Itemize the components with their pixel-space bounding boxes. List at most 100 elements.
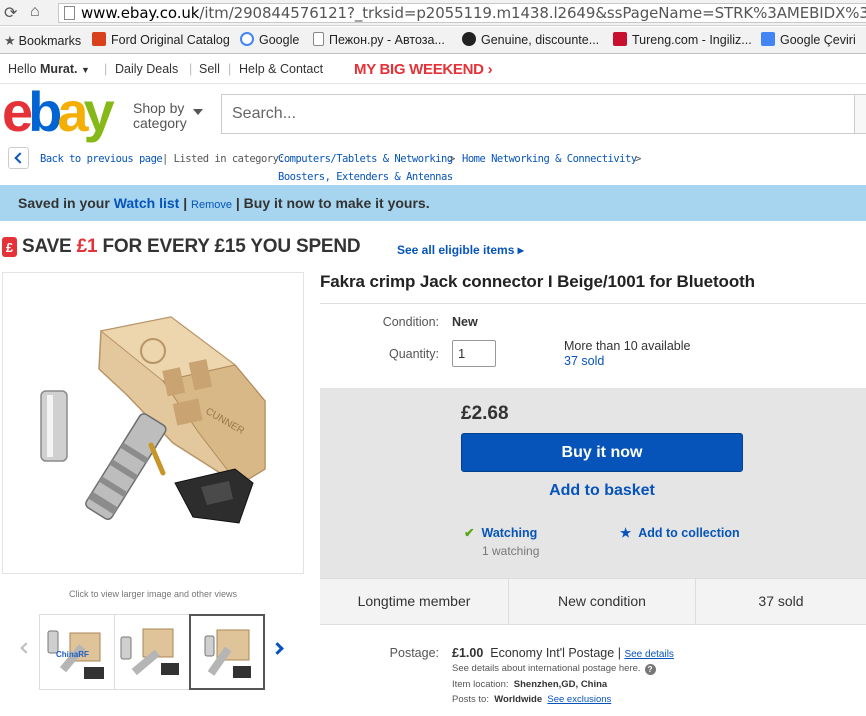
banner-text: | Buy it now to make it yours.	[235, 195, 430, 211]
bookmark-genuine[interactable]: Genuine, discounte...	[462, 32, 599, 49]
main-product-image[interactable]: CUNNER	[2, 272, 304, 574]
bookmark-label: Bookmarks	[18, 34, 82, 48]
google-favicon-icon	[240, 32, 254, 46]
pound-tag-icon: £	[2, 237, 17, 257]
ford-favicon-icon	[92, 32, 106, 46]
postage-type: Economy Int'l Postage	[490, 646, 615, 660]
bookmark-bookmarks[interactable]: ★ Bookmarks	[4, 32, 81, 49]
thumbnail-1[interactable]: ChinaRF	[39, 614, 115, 690]
buy-it-now-button[interactable]: Buy it now	[461, 433, 743, 472]
tureng-favicon-icon	[613, 32, 627, 46]
condition-value: New	[452, 315, 478, 329]
banner-text: Saved in your	[18, 195, 110, 211]
divider: |	[228, 62, 232, 76]
bookmark-label: Пежон.ру - Автоза...	[329, 33, 445, 47]
posts-to-value: Worldwide	[494, 694, 543, 705]
item-location: Item location: Shenzhen,GD, China	[452, 679, 607, 690]
badge-longtime-member: Longtime member	[357, 593, 471, 609]
postage-label: Postage:	[389, 646, 439, 660]
sell-link[interactable]: Sell	[199, 62, 220, 76]
intl-postage-text: See details about international postage …	[452, 663, 641, 674]
watch-list-link[interactable]: Watch list	[114, 195, 180, 211]
url-field[interactable]: www.ebay.co.uk/itm/290844576121?_trksid=…	[58, 3, 866, 23]
translate-favicon-icon	[761, 32, 775, 46]
divider: |	[617, 646, 621, 660]
thumbnail-next-icon[interactable]	[273, 643, 283, 653]
category-link-computers[interactable]: Computers/Tablets & Networking	[278, 153, 453, 165]
bookmark-pezhon[interactable]: Пежон.ру - Автоза...	[313, 32, 445, 49]
ebay-logo[interactable]: ebay	[2, 84, 115, 140]
bookmark-translate[interactable]: Google Çeviri	[761, 32, 856, 49]
back-arrow-icon[interactable]	[8, 147, 29, 169]
bookmark-google[interactable]: Google	[240, 32, 299, 49]
condition-label: Condition:	[382, 315, 439, 329]
remove-link[interactable]: Remove	[191, 199, 232, 211]
postage-price: £1.00	[452, 646, 484, 660]
intl-postage-note: See details about international postage …	[452, 663, 656, 675]
add-to-collection-label: Add to collection	[638, 526, 740, 540]
thumbnail-image	[120, 628, 179, 676]
reload-icon[interactable]: ⟳	[4, 3, 17, 23]
bookmark-ford[interactable]: Ford Original Catalog	[92, 32, 230, 49]
thumbnail-image: ChinaRF	[47, 630, 104, 679]
bookmark-label: Tureng.com - Ingiliz...	[632, 33, 752, 47]
page-icon	[313, 32, 324, 46]
checkmark-icon: ✔	[464, 526, 475, 540]
bookmark-label: Genuine, discounte...	[481, 33, 600, 47]
browser-address-bar: ⟳ ⌂ www.ebay.co.uk/itm/290844576121?_trk…	[0, 0, 866, 26]
logo-letter: a	[57, 80, 88, 143]
help-contact-link[interactable]: Help & Contact	[239, 62, 323, 76]
location-label: Item location:	[452, 679, 509, 690]
save-headline: SAVE £1 FOR EVERY £15 YOU SPEND	[22, 236, 361, 258]
bookmark-tureng[interactable]: Tureng.com - Ingiliz...	[613, 32, 752, 49]
question-icon[interactable]: ?	[644, 664, 656, 675]
quantity-input[interactable]: 1	[452, 340, 496, 367]
see-all-eligible-link[interactable]: See all eligible items ▸	[397, 243, 524, 257]
badge-sold-count: 37 sold	[758, 593, 804, 609]
promo-link[interactable]: MY BIG WEEKEND ›	[354, 61, 493, 78]
shop-by-label: Shop by	[133, 100, 185, 116]
thumbnail-2[interactable]	[114, 614, 190, 690]
watching-button[interactable]: ✔ Watching	[464, 525, 537, 540]
watch-list-banner: Saved in your Watch list | Remove | Buy …	[0, 185, 866, 221]
quantity-label: Quantity:	[388, 347, 439, 361]
shop-by-category-button[interactable]: Shop by category	[133, 100, 203, 131]
home-icon[interactable]: ⌂	[30, 3, 40, 21]
logo-letter: b	[28, 80, 62, 143]
bookmark-label: Google Çeviri	[780, 33, 856, 47]
save-text: FOR EVERY £15 YOU SPEND	[102, 236, 361, 257]
product-title: Fakra crimp Jack connector I Beige/1001 …	[320, 272, 755, 291]
see-exclusions-link[interactable]: See exclusions	[547, 694, 611, 705]
url-path: /itm/290844576121?_trksid=p2055119.m1438…	[199, 4, 866, 22]
daily-deals-link[interactable]: Daily Deals	[115, 62, 178, 76]
posts-to: Posts to: Worldwide See exclusions	[452, 694, 611, 705]
breadcrumb-separator: >	[449, 153, 455, 165]
seller-badges: Longtime member New condition 37 sold	[320, 578, 866, 625]
star-icon: ★	[620, 526, 632, 540]
search-input[interactable]: Search...	[221, 94, 855, 134]
divider	[320, 303, 866, 304]
category-link-boosters[interactable]: Boosters, Extenders & Antennas	[278, 171, 453, 183]
add-to-collection-button[interactable]: ★ Add to collection	[620, 525, 740, 540]
thumbnail-prev-icon[interactable]	[20, 643, 30, 653]
see-details-link[interactable]: See details	[624, 649, 673, 660]
thumbnail-watermark: ChinaRF	[56, 650, 89, 659]
add-to-basket-button[interactable]: Add to basket	[461, 482, 743, 500]
greeting[interactable]: Hello Murat. ▼	[8, 62, 90, 76]
top-nav: Hello Murat. ▼ | Daily Deals | Sell | He…	[0, 56, 866, 84]
bookmark-label: Ford Original Catalog	[111, 33, 230, 47]
divider: |	[183, 195, 188, 211]
listed-in-label: | Listed in category:	[162, 153, 285, 165]
save-amount: £1	[76, 236, 98, 257]
divider: |	[189, 62, 193, 76]
greeting-user: Murat.	[39, 62, 78, 76]
thumbnail-3-selected[interactable]	[189, 614, 265, 690]
breadcrumb-separator: >	[635, 153, 641, 165]
watching-label: Watching	[481, 526, 538, 540]
caret-down-icon	[193, 109, 203, 115]
category-link-home-networking[interactable]: Home Networking & Connectivity	[462, 153, 637, 165]
back-to-previous-link[interactable]: Back to previous page	[40, 153, 163, 165]
search-button[interactable]	[854, 94, 866, 134]
sold-count-link[interactable]: 37 sold	[564, 354, 690, 369]
logo-letter: e	[2, 80, 33, 143]
